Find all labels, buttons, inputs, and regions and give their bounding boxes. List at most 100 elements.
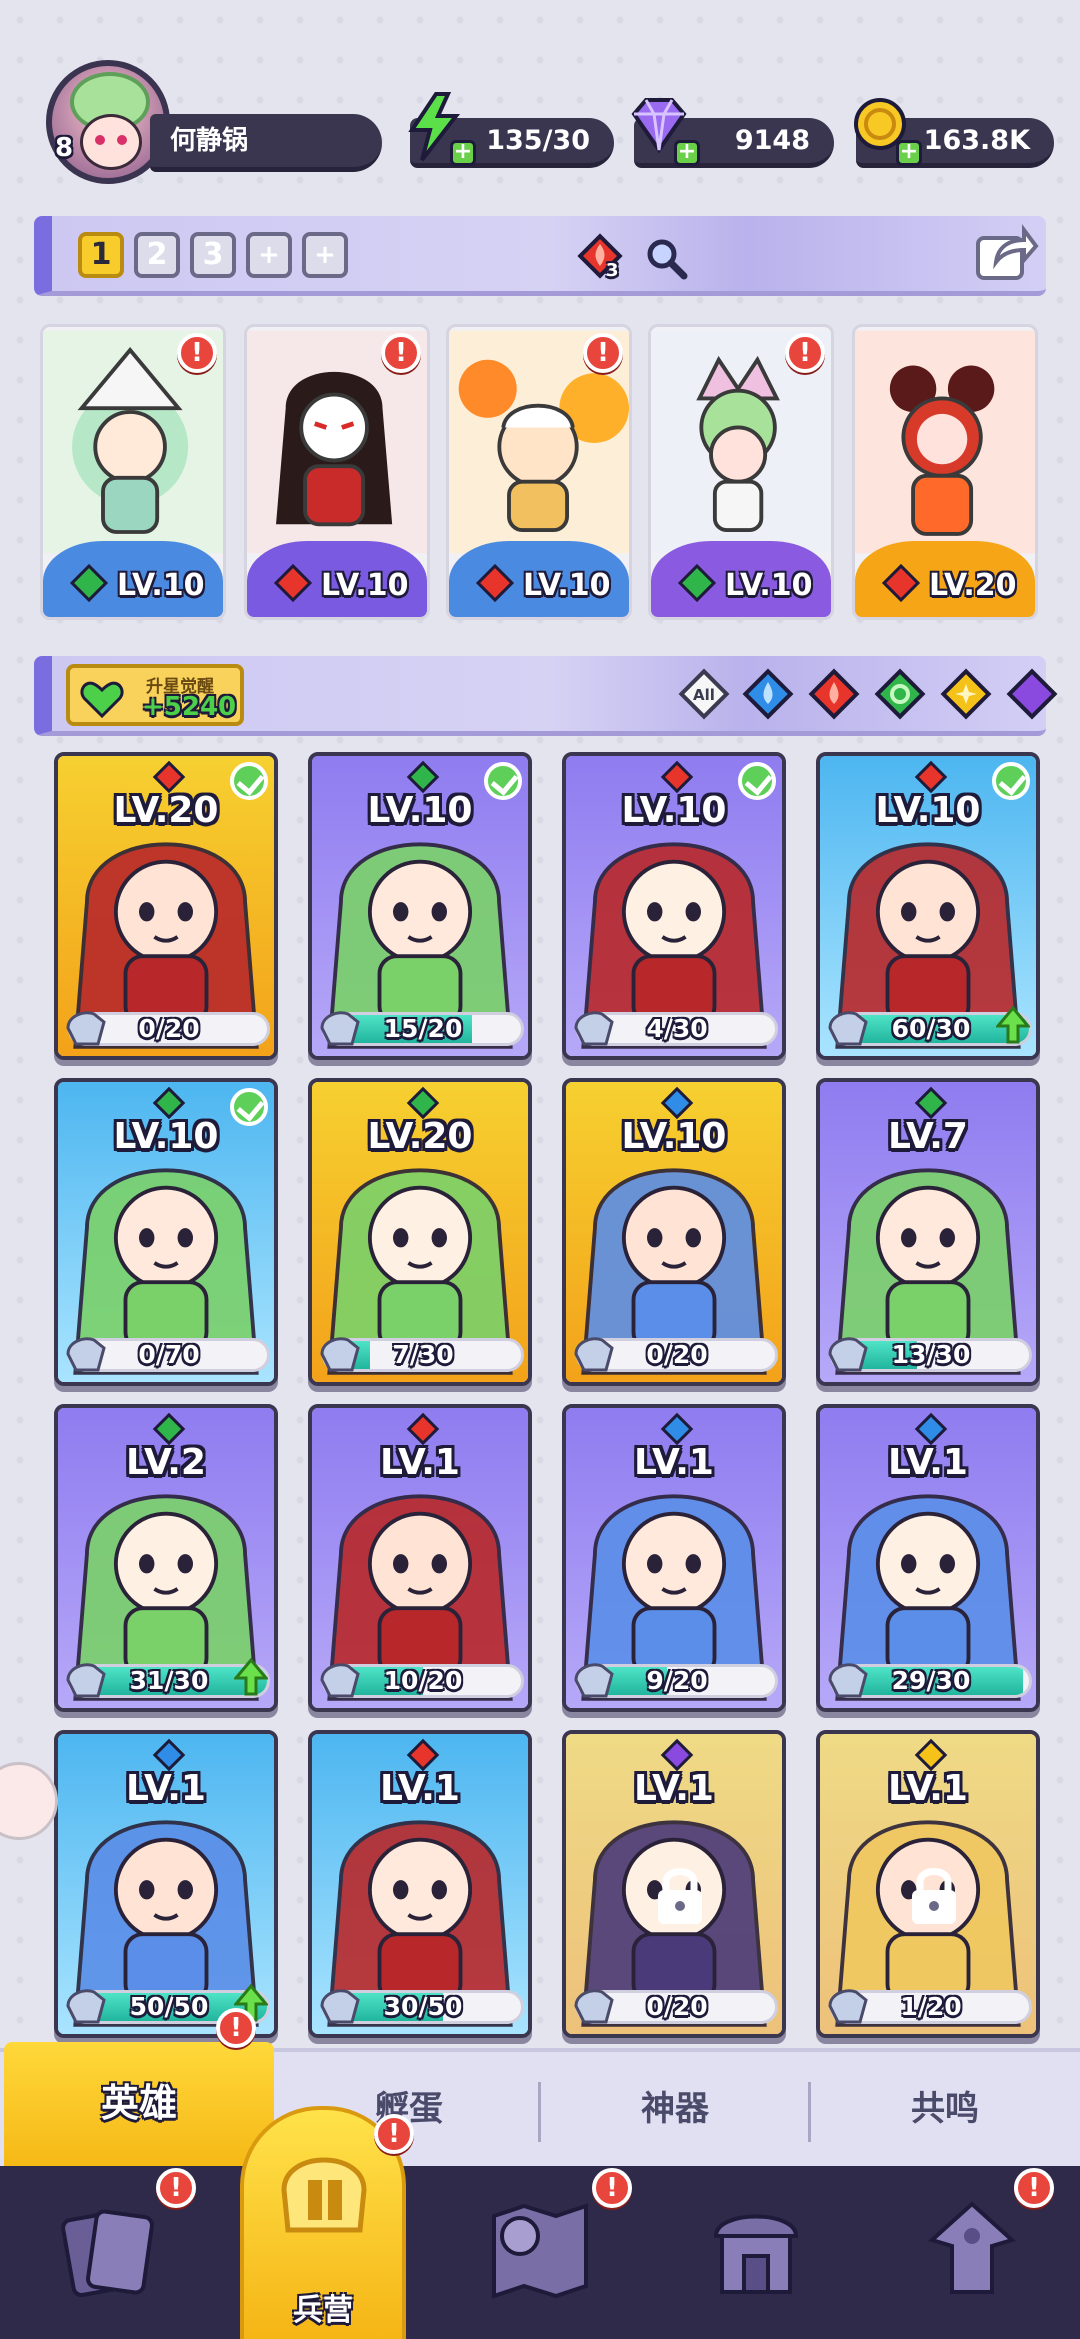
fire-element-icon bbox=[881, 563, 921, 603]
hero-card[interactable]: LV.1 29/30 bbox=[816, 1404, 1040, 1712]
shard-icon bbox=[574, 1337, 614, 1372]
team-hero-card[interactable]: LV.10 ! bbox=[40, 324, 226, 620]
energy-counter[interactable]: + 135/30 bbox=[408, 92, 614, 168]
shard-icon bbox=[574, 1011, 614, 1046]
team-slot-3[interactable]: 3 bbox=[190, 232, 236, 278]
team-bar: 1 2 3 + + 3 bbox=[34, 216, 1046, 296]
team-slot-add-1[interactable]: + bbox=[246, 232, 292, 278]
check-icon bbox=[484, 762, 522, 800]
tab-resonance[interactable]: 共鸣 bbox=[810, 2052, 1080, 2170]
tab-hero[interactable]: 英雄 bbox=[4, 2042, 274, 2170]
hero-level: LV.10 bbox=[117, 568, 205, 603]
filter-nature-icon[interactable] bbox=[872, 666, 928, 722]
awaken-value: +5240 bbox=[142, 692, 237, 722]
lock-icon bbox=[658, 1868, 702, 1924]
hero-card[interactable]: LV.1 30/50 bbox=[308, 1730, 532, 2038]
filter-all-icon[interactable]: All bbox=[676, 666, 732, 722]
bottom-nav: ! ! ! bbox=[0, 2166, 1080, 2339]
team-hero-card[interactable]: LV.10 ! bbox=[648, 324, 834, 620]
filter-all-label: All bbox=[693, 686, 715, 704]
alert-icon: ! bbox=[583, 333, 623, 373]
shard-icon bbox=[574, 1663, 614, 1698]
filter-fire-icon[interactable] bbox=[806, 666, 862, 722]
team-slot-add-2[interactable]: + bbox=[302, 232, 348, 278]
hero-level: LV.20 bbox=[367, 1116, 473, 1157]
hero-level: LV.7 bbox=[888, 1116, 968, 1157]
hero-card[interactable]: LV.2 31/30 bbox=[54, 1404, 278, 1712]
gold-value: 163.8K bbox=[923, 125, 1030, 156]
section-tabs: 英雄 ! 孵蛋 神器 共鸣 bbox=[0, 2008, 1080, 2170]
filter-water-icon[interactable] bbox=[740, 666, 796, 722]
alert-icon: ! bbox=[592, 2168, 632, 2208]
tab-artifact[interactable]: 神器 bbox=[540, 2052, 810, 2170]
hero-card[interactable]: LV.10 0/70 bbox=[54, 1078, 278, 1386]
shard-icon bbox=[320, 1337, 360, 1372]
star-awaken-button[interactable]: 升星觉醒 +5240 bbox=[66, 664, 244, 726]
water-element-icon bbox=[914, 1412, 948, 1446]
nav-shop[interactable] bbox=[648, 2166, 864, 2339]
hero-card[interactable]: LV.20 0/20 bbox=[54, 752, 278, 1060]
hero-card[interactable]: LV.10 15/20 bbox=[308, 752, 532, 1060]
team-hero-card[interactable]: LV.10 ! bbox=[446, 324, 632, 620]
nature-element-icon bbox=[69, 563, 109, 603]
team-hero-card[interactable]: LV.10 ! bbox=[244, 324, 430, 620]
nature-element-icon bbox=[914, 1086, 948, 1120]
alert-icon: ! bbox=[1014, 2168, 1054, 2208]
hero-portrait bbox=[855, 330, 1035, 554]
hero-level: LV.2 bbox=[126, 1442, 206, 1483]
fire-element-icon bbox=[152, 760, 186, 794]
side-avatar-peek[interactable] bbox=[0, 1762, 58, 1840]
nav-mushroom[interactable]: ! bbox=[864, 2166, 1080, 2339]
hero-card[interactable]: LV.1 9/20 bbox=[562, 1404, 786, 1712]
add-gem-icon[interactable]: + bbox=[674, 140, 700, 166]
hero-level: LV.1 bbox=[380, 1442, 460, 1483]
shard-icon bbox=[320, 1989, 360, 2024]
shard-icon bbox=[66, 1989, 106, 2024]
shard-icon bbox=[66, 1337, 106, 1372]
hero-level: LV.20 bbox=[929, 568, 1017, 603]
hero-card[interactable]: LV.1 10/20 bbox=[308, 1404, 532, 1712]
upgrade-arrow-icon bbox=[996, 1006, 1030, 1044]
hero-card[interactable]: LV.10 0/20 bbox=[562, 1078, 786, 1386]
alert-icon: ! bbox=[381, 333, 421, 373]
shard-icon bbox=[320, 1011, 360, 1046]
upgrade-arrow-icon bbox=[234, 1658, 268, 1696]
shard-icon bbox=[828, 1989, 868, 2024]
filter-light-icon[interactable] bbox=[938, 666, 994, 722]
nav-barracks[interactable]: 兵营 ! bbox=[240, 2106, 414, 2339]
player-name[interactable]: 何静锅 bbox=[150, 114, 382, 172]
add-gold-icon[interactable]: + bbox=[896, 140, 922, 166]
gem-counter[interactable]: + 9148 bbox=[631, 98, 834, 168]
hero-card[interactable]: LV.1 1/20 bbox=[816, 1730, 1040, 2038]
search-icon[interactable] bbox=[644, 236, 688, 280]
nav-barracks-label: 兵营 bbox=[293, 2293, 353, 2328]
hero-level: LV.1 bbox=[380, 1768, 460, 1809]
hero-card[interactable]: LV.10 4/30 bbox=[562, 752, 786, 1060]
fire-element-icon bbox=[406, 1412, 440, 1446]
add-energy-icon[interactable]: + bbox=[450, 140, 476, 166]
nav-cards[interactable]: ! bbox=[0, 2166, 216, 2339]
share-icon[interactable] bbox=[972, 218, 1040, 286]
fire-element-icon bbox=[914, 760, 948, 794]
team-hero-card[interactable]: LV.20 bbox=[852, 324, 1038, 620]
hero-card[interactable]: LV.1 0/20 bbox=[562, 1730, 786, 2038]
nav-map[interactable]: ! bbox=[432, 2166, 648, 2339]
hero-level: LV.1 bbox=[126, 1768, 206, 1809]
hero-card[interactable]: LV.20 7/30 bbox=[308, 1078, 532, 1386]
hero-card[interactable]: LV.1 50/50 bbox=[54, 1730, 278, 2038]
gem-value: 9148 bbox=[734, 125, 810, 156]
fire-element-icon bbox=[660, 760, 694, 794]
team-slot-1[interactable]: 1 bbox=[78, 232, 124, 278]
filter-dark-icon[interactable] bbox=[1004, 666, 1060, 722]
hero-level: LV.10 bbox=[321, 568, 409, 603]
hero-card[interactable]: LV.10 60/30 bbox=[816, 752, 1040, 1060]
hero-card[interactable]: LV.7 13/30 bbox=[816, 1078, 1040, 1386]
fire-element-icon bbox=[273, 563, 313, 603]
shard-icon bbox=[66, 1011, 106, 1046]
hero-level: LV.10 bbox=[725, 568, 813, 603]
shard-icon bbox=[574, 1989, 614, 2024]
gold-counter[interactable]: + 163.8K bbox=[854, 98, 1054, 168]
team-slot-2[interactable]: 2 bbox=[134, 232, 180, 278]
water-element-icon bbox=[152, 1738, 186, 1772]
check-icon bbox=[230, 762, 268, 800]
